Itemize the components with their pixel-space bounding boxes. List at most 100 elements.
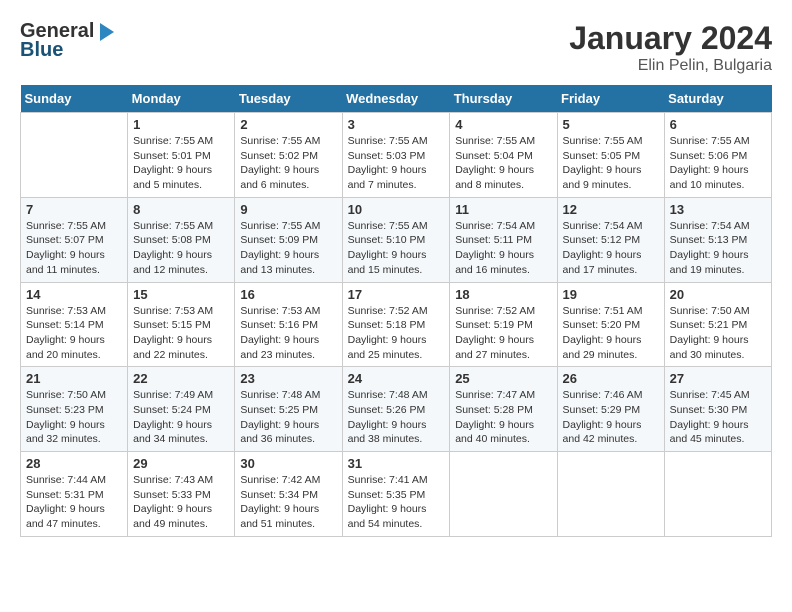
- day-info: Sunrise: 7:55 AMSunset: 5:05 PMDaylight:…: [563, 134, 659, 193]
- day-info: Sunrise: 7:55 AMSunset: 5:10 PMDaylight:…: [348, 219, 445, 278]
- day-info: Sunrise: 7:53 AMSunset: 5:15 PMDaylight:…: [133, 304, 229, 363]
- day-info: Sunrise: 7:52 AMSunset: 5:19 PMDaylight:…: [455, 304, 551, 363]
- day-info: Sunrise: 7:44 AMSunset: 5:31 PMDaylight:…: [26, 473, 122, 532]
- day-number: 3: [348, 117, 445, 132]
- day-cell: [21, 113, 128, 198]
- day-cell: 19 Sunrise: 7:51 AMSunset: 5:20 PMDaylig…: [557, 282, 664, 367]
- day-info: Sunrise: 7:55 AMSunset: 5:01 PMDaylight:…: [133, 134, 229, 193]
- day-number: 1: [133, 117, 229, 132]
- day-number: 29: [133, 456, 229, 471]
- day-cell: [664, 452, 771, 537]
- location-subtitle: Elin Pelin, Bulgaria: [569, 57, 772, 75]
- day-number: 20: [670, 287, 766, 302]
- day-info: Sunrise: 7:55 AMSunset: 5:02 PMDaylight:…: [240, 134, 336, 193]
- day-info: Sunrise: 7:55 AMSunset: 5:07 PMDaylight:…: [26, 219, 122, 278]
- day-cell: 1 Sunrise: 7:55 AMSunset: 5:01 PMDayligh…: [128, 113, 235, 198]
- week-row-2: 7 Sunrise: 7:55 AMSunset: 5:07 PMDayligh…: [21, 197, 772, 282]
- title-block: January 2024 Elin Pelin, Bulgaria: [569, 20, 772, 75]
- day-number: 31: [348, 456, 445, 471]
- day-cell: 9 Sunrise: 7:55 AMSunset: 5:09 PMDayligh…: [235, 197, 342, 282]
- day-info: Sunrise: 7:54 AMSunset: 5:13 PMDaylight:…: [670, 219, 766, 278]
- day-info: Sunrise: 7:45 AMSunset: 5:30 PMDaylight:…: [670, 388, 766, 447]
- day-number: 19: [563, 287, 659, 302]
- day-cell: 11 Sunrise: 7:54 AMSunset: 5:11 PMDaylig…: [450, 197, 557, 282]
- day-info: Sunrise: 7:48 AMSunset: 5:26 PMDaylight:…: [348, 388, 445, 447]
- day-cell: 23 Sunrise: 7:48 AMSunset: 5:25 PMDaylig…: [235, 367, 342, 452]
- day-cell: 13 Sunrise: 7:54 AMSunset: 5:13 PMDaylig…: [664, 197, 771, 282]
- day-info: Sunrise: 7:55 AMSunset: 5:08 PMDaylight:…: [133, 219, 229, 278]
- day-info: Sunrise: 7:48 AMSunset: 5:25 PMDaylight:…: [240, 388, 336, 447]
- day-info: Sunrise: 7:49 AMSunset: 5:24 PMDaylight:…: [133, 388, 229, 447]
- day-cell: 24 Sunrise: 7:48 AMSunset: 5:26 PMDaylig…: [342, 367, 450, 452]
- day-number: 27: [670, 371, 766, 386]
- day-cell: 26 Sunrise: 7:46 AMSunset: 5:29 PMDaylig…: [557, 367, 664, 452]
- day-cell: 17 Sunrise: 7:52 AMSunset: 5:18 PMDaylig…: [342, 282, 450, 367]
- day-cell: 10 Sunrise: 7:55 AMSunset: 5:10 PMDaylig…: [342, 197, 450, 282]
- logo-arrow-icon: [96, 21, 118, 43]
- week-row-4: 21 Sunrise: 7:50 AMSunset: 5:23 PMDaylig…: [21, 367, 772, 452]
- day-info: Sunrise: 7:46 AMSunset: 5:29 PMDaylight:…: [563, 388, 659, 447]
- day-number: 4: [455, 117, 551, 132]
- day-info: Sunrise: 7:51 AMSunset: 5:20 PMDaylight:…: [563, 304, 659, 363]
- day-number: 14: [26, 287, 122, 302]
- day-cell: 21 Sunrise: 7:50 AMSunset: 5:23 PMDaylig…: [21, 367, 128, 452]
- day-cell: 20 Sunrise: 7:50 AMSunset: 5:21 PMDaylig…: [664, 282, 771, 367]
- day-cell: 27 Sunrise: 7:45 AMSunset: 5:30 PMDaylig…: [664, 367, 771, 452]
- month-title: January 2024: [569, 20, 772, 57]
- day-cell: 31 Sunrise: 7:41 AMSunset: 5:35 PMDaylig…: [342, 452, 450, 537]
- day-info: Sunrise: 7:50 AMSunset: 5:21 PMDaylight:…: [670, 304, 766, 363]
- day-number: 8: [133, 202, 229, 217]
- day-cell: 30 Sunrise: 7:42 AMSunset: 5:34 PMDaylig…: [235, 452, 342, 537]
- day-info: Sunrise: 7:52 AMSunset: 5:18 PMDaylight:…: [348, 304, 445, 363]
- logo-blue: Blue: [20, 39, 63, 62]
- day-cell: [557, 452, 664, 537]
- day-info: Sunrise: 7:53 AMSunset: 5:16 PMDaylight:…: [240, 304, 336, 363]
- header-row: SundayMondayTuesdayWednesdayThursdayFrid…: [21, 85, 772, 113]
- day-cell: 18 Sunrise: 7:52 AMSunset: 5:19 PMDaylig…: [450, 282, 557, 367]
- day-info: Sunrise: 7:42 AMSunset: 5:34 PMDaylight:…: [240, 473, 336, 532]
- header-cell-saturday: Saturday: [664, 85, 771, 113]
- day-cell: 25 Sunrise: 7:47 AMSunset: 5:28 PMDaylig…: [450, 367, 557, 452]
- day-info: Sunrise: 7:53 AMSunset: 5:14 PMDaylight:…: [26, 304, 122, 363]
- header-cell-friday: Friday: [557, 85, 664, 113]
- day-info: Sunrise: 7:54 AMSunset: 5:12 PMDaylight:…: [563, 219, 659, 278]
- day-cell: 5 Sunrise: 7:55 AMSunset: 5:05 PMDayligh…: [557, 113, 664, 198]
- day-cell: 7 Sunrise: 7:55 AMSunset: 5:07 PMDayligh…: [21, 197, 128, 282]
- week-row-1: 1 Sunrise: 7:55 AMSunset: 5:01 PMDayligh…: [21, 113, 772, 198]
- day-number: 22: [133, 371, 229, 386]
- day-number: 13: [670, 202, 766, 217]
- day-cell: 22 Sunrise: 7:49 AMSunset: 5:24 PMDaylig…: [128, 367, 235, 452]
- day-number: 18: [455, 287, 551, 302]
- day-cell: 28 Sunrise: 7:44 AMSunset: 5:31 PMDaylig…: [21, 452, 128, 537]
- day-info: Sunrise: 7:50 AMSunset: 5:23 PMDaylight:…: [26, 388, 122, 447]
- day-cell: 6 Sunrise: 7:55 AMSunset: 5:06 PMDayligh…: [664, 113, 771, 198]
- week-row-3: 14 Sunrise: 7:53 AMSunset: 5:14 PMDaylig…: [21, 282, 772, 367]
- day-number: 28: [26, 456, 122, 471]
- day-number: 25: [455, 371, 551, 386]
- day-cell: 12 Sunrise: 7:54 AMSunset: 5:12 PMDaylig…: [557, 197, 664, 282]
- day-cell: 2 Sunrise: 7:55 AMSunset: 5:02 PMDayligh…: [235, 113, 342, 198]
- day-info: Sunrise: 7:47 AMSunset: 5:28 PMDaylight:…: [455, 388, 551, 447]
- day-number: 5: [563, 117, 659, 132]
- day-number: 30: [240, 456, 336, 471]
- header-cell-monday: Monday: [128, 85, 235, 113]
- day-number: 2: [240, 117, 336, 132]
- header-cell-tuesday: Tuesday: [235, 85, 342, 113]
- day-cell: 29 Sunrise: 7:43 AMSunset: 5:33 PMDaylig…: [128, 452, 235, 537]
- day-info: Sunrise: 7:54 AMSunset: 5:11 PMDaylight:…: [455, 219, 551, 278]
- day-number: 21: [26, 371, 122, 386]
- day-info: Sunrise: 7:55 AMSunset: 5:06 PMDaylight:…: [670, 134, 766, 193]
- calendar-table: SundayMondayTuesdayWednesdayThursdayFrid…: [20, 85, 772, 537]
- day-number: 7: [26, 202, 122, 217]
- day-number: 24: [348, 371, 445, 386]
- header-cell-thursday: Thursday: [450, 85, 557, 113]
- day-cell: 4 Sunrise: 7:55 AMSunset: 5:04 PMDayligh…: [450, 113, 557, 198]
- day-cell: 16 Sunrise: 7:53 AMSunset: 5:16 PMDaylig…: [235, 282, 342, 367]
- day-number: 16: [240, 287, 336, 302]
- day-number: 11: [455, 202, 551, 217]
- day-info: Sunrise: 7:55 AMSunset: 5:09 PMDaylight:…: [240, 219, 336, 278]
- day-number: 6: [670, 117, 766, 132]
- day-cell: 3 Sunrise: 7:55 AMSunset: 5:03 PMDayligh…: [342, 113, 450, 198]
- day-info: Sunrise: 7:41 AMSunset: 5:35 PMDaylight:…: [348, 473, 445, 532]
- day-number: 12: [563, 202, 659, 217]
